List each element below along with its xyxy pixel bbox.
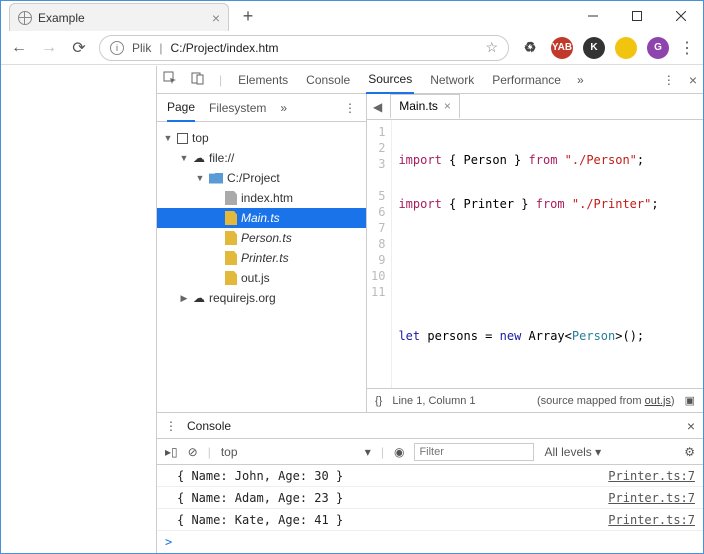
braces-icon[interactable]: {} <box>375 395 382 407</box>
close-tab-icon[interactable]: × <box>212 10 220 26</box>
tree-file[interactable]: Main.ts <box>157 208 366 228</box>
cursor-position: Line 1, Column 1 <box>392 395 475 407</box>
console-log-list: { Name: John, Age: 30 }Printer.ts:7 { Na… <box>157 465 703 531</box>
tree-origin-requirejs[interactable]: ▶requirejs.org <box>157 288 366 308</box>
bookmark-icon[interactable]: ☆ <box>485 39 498 56</box>
context-selector[interactable]: top▾ <box>221 445 371 459</box>
more-subtabs-icon[interactable]: » <box>280 101 287 115</box>
coverage-icon[interactable]: ▣ <box>685 394 695 407</box>
file-icon <box>225 271 237 285</box>
extension-icon[interactable] <box>615 37 637 59</box>
editor-tabbar: ◀ Main.ts × <box>367 94 703 120</box>
filter-input[interactable] <box>414 443 534 461</box>
tree-origin-file[interactable]: ▼file:// <box>157 148 366 168</box>
forward-button[interactable]: → <box>39 39 59 57</box>
file-tree: ▼top ▼file:// ▼C:/Project index.htm Main… <box>157 122 366 412</box>
log-row: { Name: Kate, Age: 41 }Printer.ts:7 <box>157 509 703 531</box>
eye-icon[interactable]: ◉ <box>394 445 404 459</box>
tab-elements[interactable]: Elements <box>236 66 290 94</box>
folder-icon <box>209 173 223 184</box>
extension-icon[interactable]: YAB <box>551 37 573 59</box>
window-titlebar: Example × + <box>1 1 703 31</box>
url-path: C:/Project/index.htm <box>170 41 278 55</box>
extension-icon[interactable]: ♻ <box>519 37 541 59</box>
device-toggle-icon[interactable] <box>191 71 205 88</box>
subtab-filesystem[interactable]: Filesystem <box>209 101 266 115</box>
cloud-icon <box>193 151 205 165</box>
menu-button[interactable]: ⋮ <box>679 38 695 58</box>
reload-button[interactable]: ⟳ <box>69 38 89 58</box>
cloud-icon <box>193 291 205 305</box>
line-gutter: 1 2 3 5 6 7 8 9 10 11 <box>367 120 392 388</box>
browser-tab[interactable]: Example × <box>9 3 229 31</box>
tree-file[interactable]: out.js <box>157 268 366 288</box>
browser-toolbar: ← → ⟳ i Plik | C:/Project/index.htm ☆ ♻ … <box>1 31 703 65</box>
url-origin: Plik <box>132 41 151 55</box>
tab-console[interactable]: Console <box>304 66 352 94</box>
file-tab-label: Main.ts <box>399 99 438 113</box>
console-sidebar-toggle-icon[interactable]: ▸▯ <box>165 445 178 459</box>
log-row: { Name: John, Age: 30 }Printer.ts:7 <box>157 465 703 487</box>
tab-title: Example <box>38 11 206 25</box>
tree-file[interactable]: Person.ts <box>157 228 366 248</box>
devtools-panel: | Elements Console Sources Network Perfo… <box>156 66 703 553</box>
tree-file[interactable]: index.htm <box>157 188 366 208</box>
log-row: { Name: Adam, Age: 23 }Printer.ts:7 <box>157 487 703 509</box>
code-editor[interactable]: 1 2 3 5 6 7 8 9 10 11 import { Person } … <box>367 120 703 388</box>
log-source-link[interactable]: Printer.ts:7 <box>608 513 695 527</box>
subtab-page[interactable]: Page <box>167 94 195 122</box>
tab-sources[interactable]: Sources <box>366 66 414 94</box>
chevron-down-icon: ▾ <box>365 445 371 459</box>
console-drawer: ⋮ Console × ▸▯ ⊘ | top▾ | ◉ All levels ▾… <box>157 412 703 553</box>
source-map-link[interactable]: out.js <box>645 395 671 407</box>
console-title: Console <box>187 419 231 433</box>
globe-icon <box>18 11 32 25</box>
clear-console-icon[interactable]: ⊘ <box>188 445 198 459</box>
console-settings-icon[interactable]: ⚙ <box>684 445 695 459</box>
console-drawer-header: ⋮ Console × <box>157 413 703 439</box>
devtools-tabbar: | Elements Console Sources Network Perfo… <box>157 66 703 94</box>
source-editor-pane: ◀ Main.ts × 1 2 3 5 6 7 8 9 10 <box>367 94 703 412</box>
address-bar[interactable]: i Plik | C:/Project/index.htm ☆ <box>99 35 509 61</box>
file-icon <box>225 231 237 245</box>
tab-network[interactable]: Network <box>428 66 476 94</box>
close-window-button[interactable] <box>659 2 703 30</box>
log-levels-selector[interactable]: All levels ▾ <box>544 445 601 459</box>
log-source-link[interactable]: Printer.ts:7 <box>608 469 695 483</box>
tree-file[interactable]: Printer.ts <box>157 248 366 268</box>
tree-folder-project[interactable]: ▼C:/Project <box>157 168 366 188</box>
extension-icon[interactable]: K <box>583 37 605 59</box>
frame-icon <box>177 133 188 144</box>
devtools-close-icon[interactable]: × <box>689 72 697 88</box>
editor-file-tab[interactable]: Main.ts × <box>390 94 460 119</box>
source-map-info: (source mapped from out.js) <box>537 395 675 407</box>
more-tabs-icon[interactable]: » <box>577 73 584 87</box>
console-prompt[interactable]: > <box>157 531 703 553</box>
devtools-menu-icon[interactable]: ⋮ <box>663 73 675 87</box>
maximize-button[interactable] <box>615 2 659 30</box>
file-icon <box>225 251 237 265</box>
tree-frame-top[interactable]: ▼top <box>157 128 366 148</box>
navigator-toggle-icon[interactable]: ◀ <box>373 100 382 114</box>
file-icon <box>225 211 237 225</box>
console-toolbar: ▸▯ ⊘ | top▾ | ◉ All levels ▾ ⚙ <box>157 439 703 465</box>
minimize-button[interactable] <box>571 2 615 30</box>
profile-avatar[interactable]: G <box>647 37 669 59</box>
new-tab-button[interactable]: + <box>235 3 261 29</box>
drawer-close-icon[interactable]: × <box>687 418 695 434</box>
code-content: import { Person } from "./Person"; impor… <box>392 120 671 388</box>
file-icon <box>225 191 237 205</box>
inspect-icon[interactable] <box>163 71 177 88</box>
drawer-menu-icon[interactable]: ⋮ <box>165 419 177 433</box>
navigator-menu-icon[interactable]: ⋮ <box>344 101 356 115</box>
site-info-icon[interactable]: i <box>110 41 124 55</box>
tab-performance[interactable]: Performance <box>490 66 563 94</box>
navigator-subtabs: Page Filesystem » ⋮ <box>157 94 366 122</box>
editor-statusbar: {} Line 1, Column 1 (source mapped from … <box>367 388 703 412</box>
sources-navigator: Page Filesystem » ⋮ ▼top ▼file:// ▼C:/Pr… <box>157 94 367 412</box>
back-button[interactable]: ← <box>9 39 29 57</box>
close-file-icon[interactable]: × <box>444 99 451 113</box>
log-source-link[interactable]: Printer.ts:7 <box>608 491 695 505</box>
